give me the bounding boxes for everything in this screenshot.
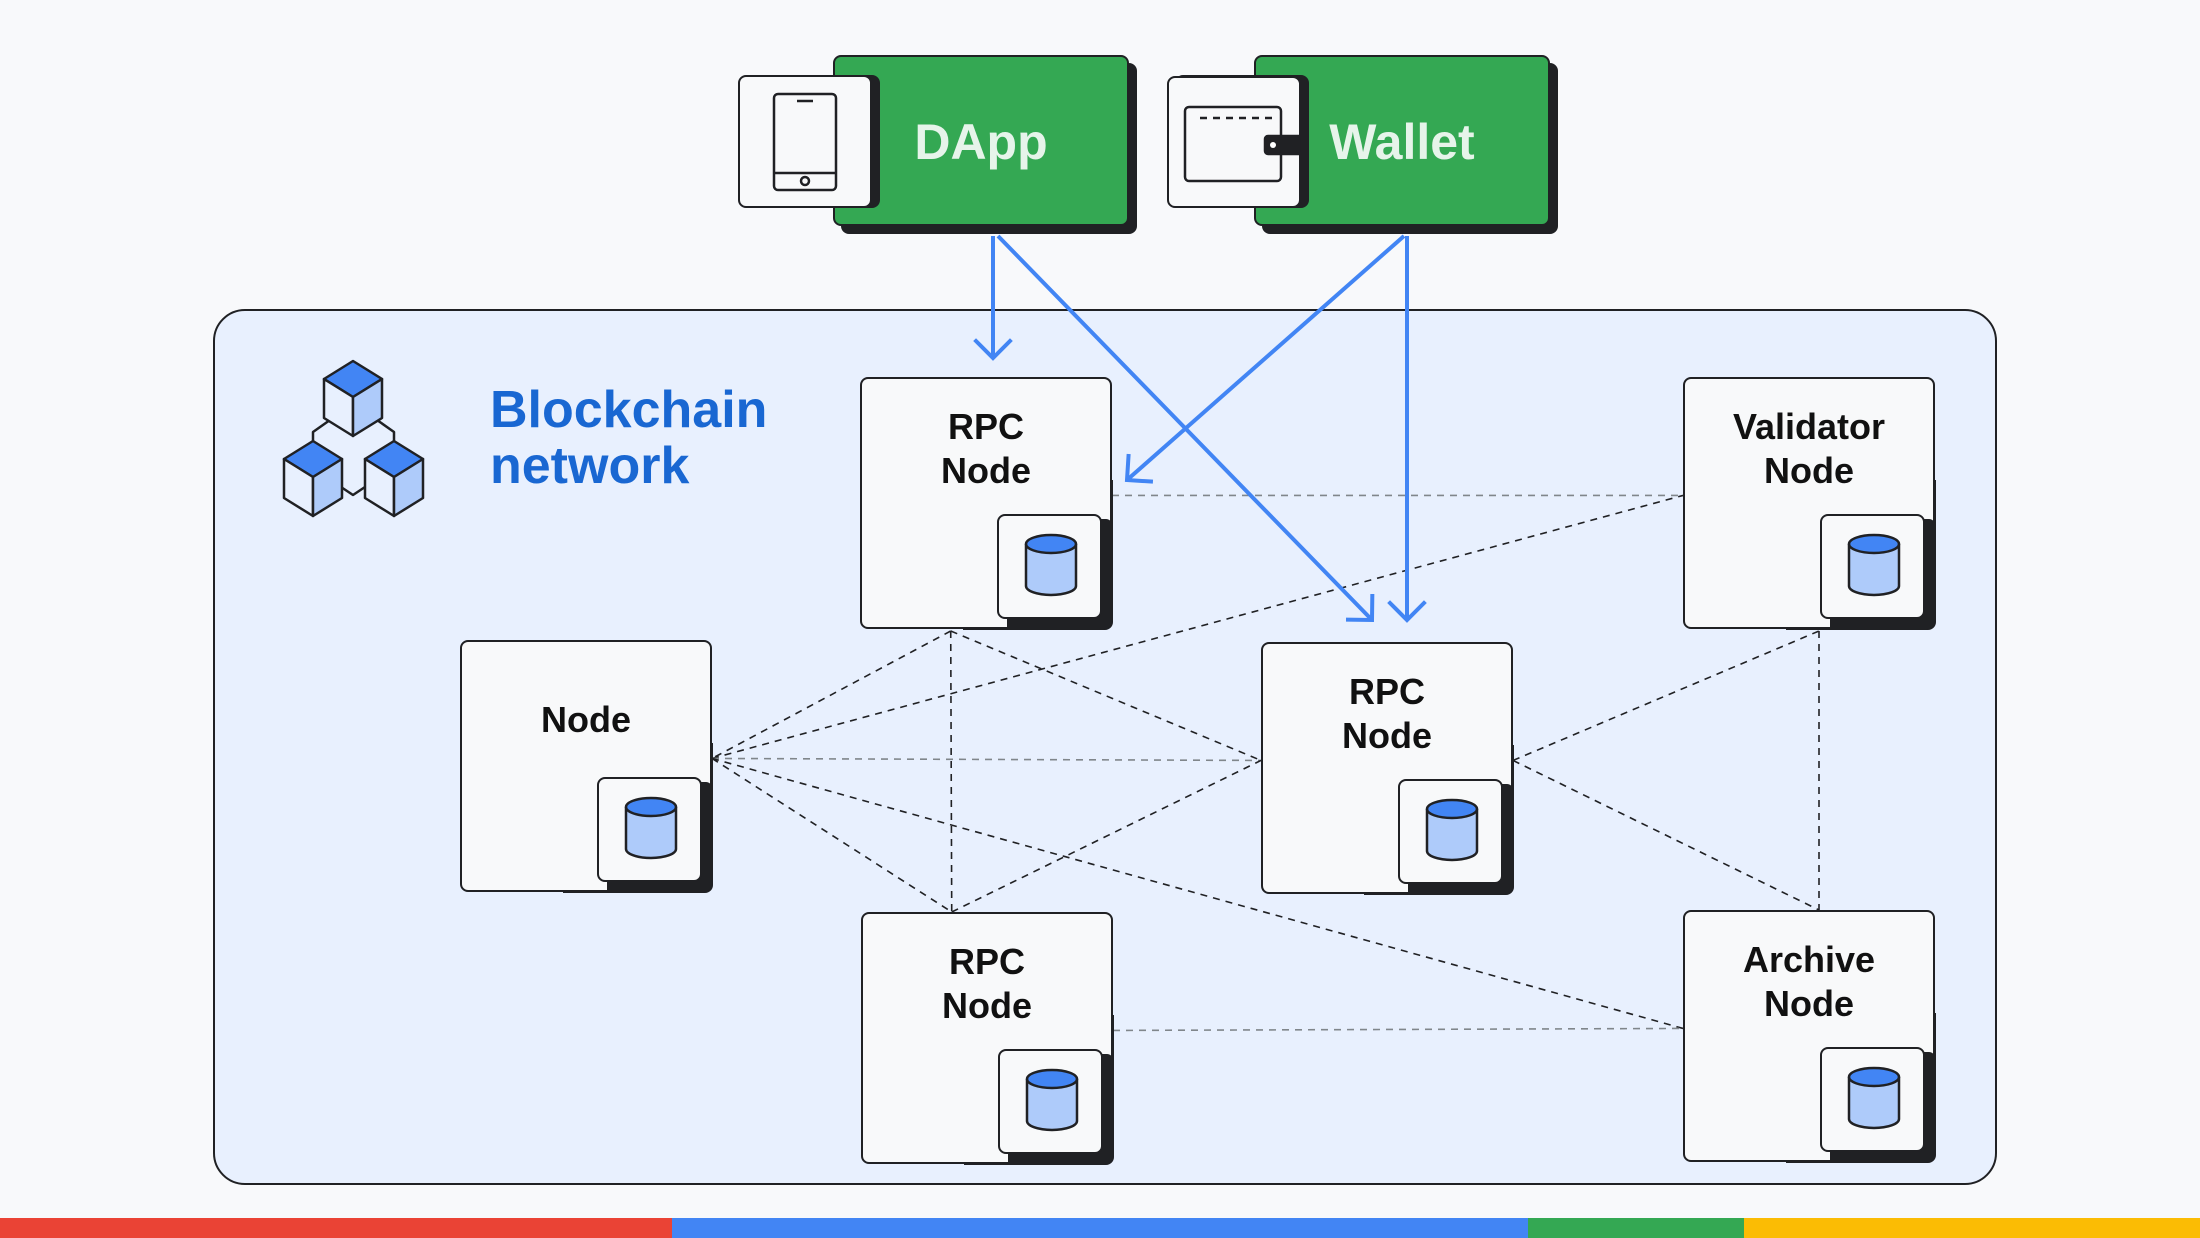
peer-link-node-rpc3 (711, 757, 953, 913)
peer-link-node-archive (711, 757, 1684, 1030)
wallet-icon-box (1167, 76, 1301, 208)
database-box (1820, 514, 1925, 619)
node-label: Validator Node (1683, 405, 1935, 493)
node-label-line2: Node (1342, 715, 1432, 756)
database-box (998, 1049, 1103, 1154)
node-card-archive[interactable]: Archive Node (1683, 910, 1936, 1163)
node-label-line1: RPC (948, 941, 1025, 982)
node-label-line1: Node (541, 699, 631, 740)
peer-link-rpc3-rpc2 (951, 759, 1262, 913)
database-icon (1025, 1068, 1079, 1132)
peer-link-node-rpc2 (711, 757, 1262, 762)
node-label-line1: Validator (1732, 406, 1886, 447)
database-icon (1847, 1066, 1901, 1130)
dapp-icon-box (738, 75, 872, 208)
node-card-rpc3[interactable]: RPC Node (861, 912, 1114, 1165)
node-card-rpc2[interactable]: RPC Node (1261, 642, 1514, 895)
node-label-line2: Node (941, 450, 1031, 491)
database-box (1820, 1047, 1925, 1152)
peer-link-rpc3-archive (1112, 1027, 1684, 1032)
database-icon (1847, 533, 1901, 597)
node-label-line2: Node (1764, 983, 1854, 1024)
node-card-node[interactable]: Node (460, 640, 713, 893)
request-arrow-wallet-rpc1 (1125, 234, 1406, 482)
node-label-line1: Archive (1742, 939, 1876, 980)
database-box (597, 777, 702, 882)
peer-link-rpc2-validator (1512, 630, 1820, 762)
node-label-line1: RPC (947, 406, 1024, 447)
smartphone-icon (772, 92, 838, 192)
peer-link-node-validator (711, 494, 1684, 760)
peer-link-rpc1-node (711, 630, 952, 760)
footer-bar-red (0, 1218, 672, 1238)
node-card-rpc1[interactable]: RPC Node (860, 377, 1113, 630)
node-label: RPC Node (1261, 670, 1513, 758)
database-box (1398, 779, 1503, 884)
peer-link-rpc2-archive (1512, 759, 1820, 911)
node-label: Archive Node (1683, 938, 1935, 1026)
node-label-line1: RPC (1348, 671, 1425, 712)
peer-link-rpc1-rpc2 (950, 630, 1262, 762)
footer-bar-yellow (1744, 1218, 2200, 1238)
database-icon (1024, 533, 1078, 597)
node-label: Node (460, 698, 712, 742)
database-icon (1425, 798, 1479, 862)
node-label-line2: Node (1764, 450, 1854, 491)
peer-link-rpc1-rpc3 (949, 630, 953, 913)
wallet-icon (1183, 105, 1301, 183)
node-label: RPC Node (860, 405, 1112, 493)
node-card-validator[interactable]: Validator Node (1683, 377, 1936, 630)
footer-bar-green (1528, 1218, 1744, 1238)
footer-bar-blue (672, 1218, 1528, 1238)
database-box (997, 514, 1102, 619)
node-label-line2: Node (942, 985, 1032, 1026)
node-label: RPC Node (861, 940, 1113, 1028)
database-icon (624, 796, 678, 860)
